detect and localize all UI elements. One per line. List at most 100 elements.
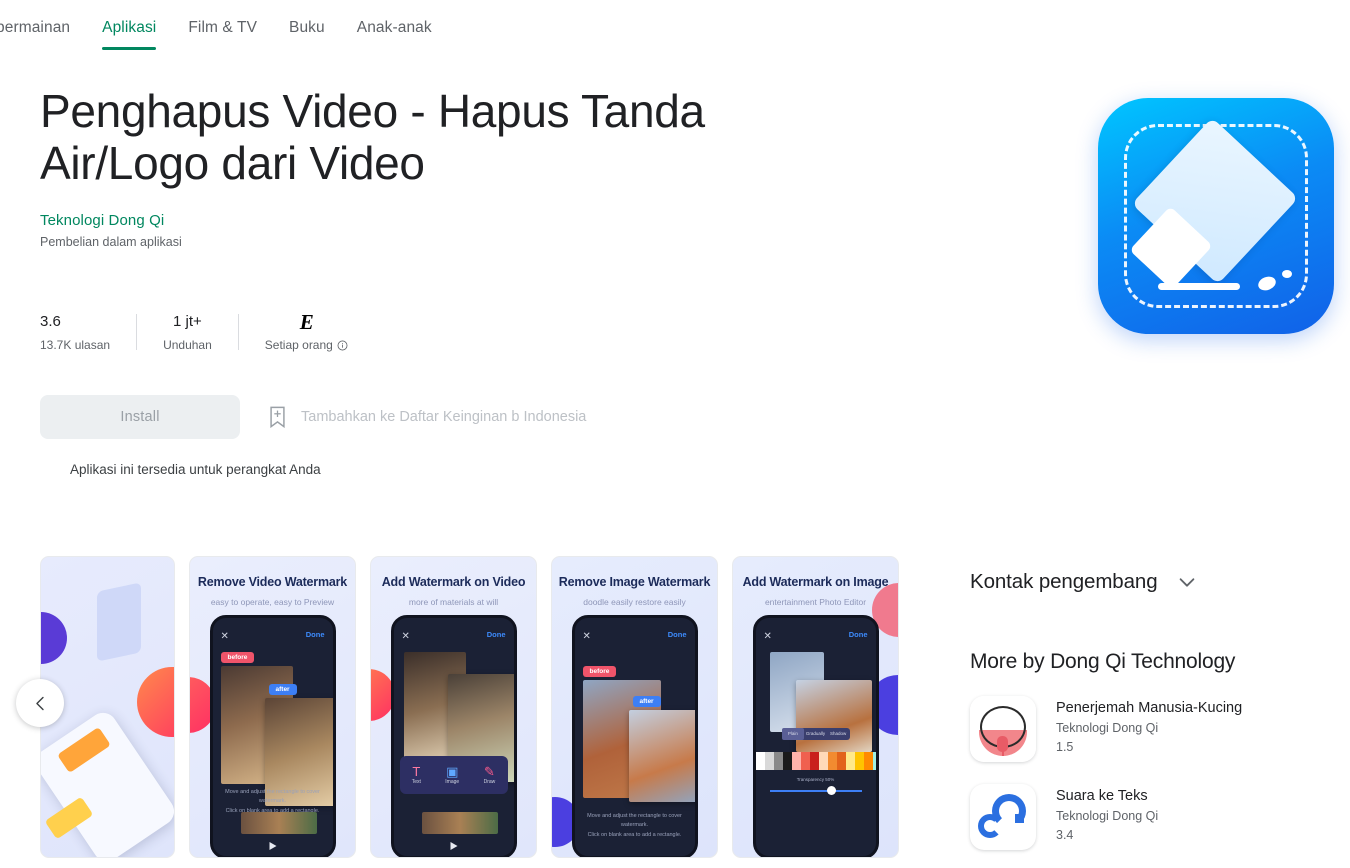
color-palette[interactable]: [755, 752, 876, 770]
arc-tail-icon: [1015, 814, 1024, 823]
segment-plain[interactable]: Plain: [781, 728, 805, 740]
swatch[interactable]: [872, 752, 876, 770]
list-item[interactable]: Penerjemah Manusia-Kucing Teknologi Dong…: [970, 696, 1330, 762]
carousel-prev-button[interactable]: [16, 679, 64, 727]
screenshot-caption-title: Remove Image Watermark: [558, 575, 711, 589]
swatch[interactable]: [809, 752, 819, 770]
toolbar-text-button[interactable]: T Text: [411, 765, 421, 786]
tab-buku[interactable]: Buku: [273, 0, 341, 56]
after-tag: after: [632, 696, 661, 707]
segment-gradually[interactable]: Gradually: [804, 728, 827, 740]
phone-mockup: ✕ Done before after Move and adjust the …: [571, 615, 698, 857]
more-by-developer-heading: More by Dong Qi Technology: [970, 650, 1236, 673]
downloads-value: 1 jt+: [173, 313, 202, 330]
phone-mockup: ✕ Done before after Move and adjust the …: [209, 615, 336, 857]
editor-toolbar[interactable]: T Text ▣ Image ✎ Draw: [399, 756, 508, 794]
microphone-icon: [997, 736, 1008, 752]
tab-aplikasi[interactable]: Aplikasi: [86, 0, 172, 56]
segment-shadow[interactable]: Shadow: [827, 728, 850, 740]
eraser-crumb-icon: [1282, 270, 1292, 278]
swatch[interactable]: [764, 752, 774, 770]
chevron-down-icon[interactable]: [1176, 571, 1198, 593]
app-name: Penerjemah Manusia-Kucing: [1056, 700, 1243, 716]
add-to-wishlist-button[interactable]: Tambahkan ke Daftar Keinginan b Indonesi…: [268, 406, 586, 428]
app-developer: Teknologi Dong Qi: [1056, 721, 1159, 735]
swatch[interactable]: [755, 752, 765, 770]
active-tab-underline: [102, 47, 157, 50]
play-icon: [269, 842, 276, 850]
content-rating-label: Setiap orang: [265, 338, 348, 352]
screenshot-item[interactable]: Remove Video Watermark easy to operate, …: [189, 556, 356, 858]
swatch[interactable]: [800, 752, 810, 770]
swatch[interactable]: [827, 752, 837, 770]
tab-label: Aplikasi: [102, 19, 157, 36]
timeline-strip: [240, 812, 317, 834]
hint-line-2: Click on blank area to add a rectangle.: [587, 831, 682, 838]
stat-content-rating: E Setiap orang: [239, 312, 374, 352]
swatch[interactable]: [782, 752, 792, 770]
content-rating-text: Setiap orang: [264, 338, 333, 352]
screenshot-item[interactable]: Add Watermark on Image entertainment Pho…: [732, 556, 899, 858]
swatch[interactable]: [863, 752, 873, 770]
speech-to-text-icon: [970, 784, 1036, 850]
swatch[interactable]: [791, 752, 801, 770]
before-tag: before: [220, 652, 255, 663]
swatch[interactable]: [845, 752, 855, 770]
close-icon: ✕: [582, 631, 591, 642]
done-button: Done: [486, 630, 506, 639]
right-rail: Kontak pengembang More by Dong Qi Techno…: [970, 570, 1330, 850]
app-stats: 3.6 13.7K ulasan 1 jt+ Unduhan E Setiap …: [40, 312, 374, 352]
screenshot-caption-subtitle: doodle easily restore easily: [583, 597, 686, 607]
bookmark-plus-icon: [270, 406, 285, 428]
cat-translator-icon: [970, 696, 1036, 762]
swatch[interactable]: [773, 752, 783, 770]
tab-film-tv[interactable]: Film & TV: [172, 0, 273, 56]
tab-permainan[interactable]: permainan: [0, 0, 86, 56]
done-button: Done: [305, 630, 325, 639]
developer-link[interactable]: Teknologi Dong Qi: [40, 212, 940, 229]
screenshot-carousel[interactable]: Remove Video Watermark easy to operate, …: [40, 556, 902, 858]
toolbar-draw-button[interactable]: ✎ Draw: [483, 764, 496, 786]
swatch[interactable]: [818, 752, 828, 770]
done-button: Done: [848, 630, 868, 639]
install-button[interactable]: Install: [40, 395, 240, 439]
stat-downloads: 1 jt+ Unduhan: [137, 312, 238, 352]
info-icon[interactable]: [337, 340, 348, 351]
tab-anak-anak[interactable]: Anak-anak: [341, 0, 448, 56]
hint-line-1: Move and adjust the rectangle to cover w…: [587, 812, 682, 829]
list-item[interactable]: Suara ke Teks Teknologi Dong Qi 3.4: [970, 784, 1330, 850]
contact-heading: Kontak pengembang: [970, 570, 1158, 593]
deco-blob: [41, 612, 67, 664]
draw-icon: ✎: [483, 764, 495, 779]
everyone-rating-icon: E: [299, 310, 314, 334]
app-icon: [1098, 98, 1334, 334]
screenshot-item[interactable]: Remove Image Watermark doodle easily res…: [551, 556, 718, 858]
after-photo: [628, 710, 695, 802]
app-rating: 3.4: [1056, 828, 1074, 842]
toolbar-label: Text: [411, 779, 421, 785]
phone-mockup: ✕ Done Plain Gradually Shadow Transparen…: [752, 615, 879, 857]
timeline-strip: [421, 812, 498, 834]
transparency-slider[interactable]: [769, 786, 862, 795]
screenshot-caption-title: Add Watermark on Video: [381, 575, 526, 589]
page-title: Penghapus Video - Hapus Tanda Air/Logo d…: [40, 85, 705, 189]
screenshot-item[interactable]: Add Watermark on Video more of materials…: [370, 556, 537, 858]
style-segment-control[interactable]: Plain Gradually Shadow: [781, 728, 850, 740]
toolbar-label: Image: [445, 779, 460, 785]
tab-label: permainan: [0, 19, 71, 36]
tab-label: Anak-anak: [356, 19, 432, 36]
phone-mockup: ✕ Done T Text ▣ Image ✎ Draw: [390, 615, 517, 857]
tab-label: Buku: [289, 19, 325, 36]
play-store-app-page: permainan Aplikasi Film & TV Buku Anak-a…: [0, 0, 1350, 868]
screenshot-caption-title: Remove Video Watermark: [197, 575, 348, 589]
play-icon: [450, 842, 457, 850]
swatch[interactable]: [836, 752, 846, 770]
stat-rating: 3.6 13.7K ulasan: [40, 312, 136, 352]
deco-block: [97, 582, 141, 662]
swatch[interactable]: [854, 752, 864, 770]
developer-contact-section[interactable]: Kontak pengembang: [970, 570, 1330, 594]
slider-knob[interactable]: [826, 786, 836, 795]
toolbar-image-button[interactable]: ▣ Image: [445, 765, 460, 786]
screenshot-caption-subtitle: more of materials at will: [408, 597, 499, 607]
app-rating: 1.5: [1056, 740, 1074, 754]
